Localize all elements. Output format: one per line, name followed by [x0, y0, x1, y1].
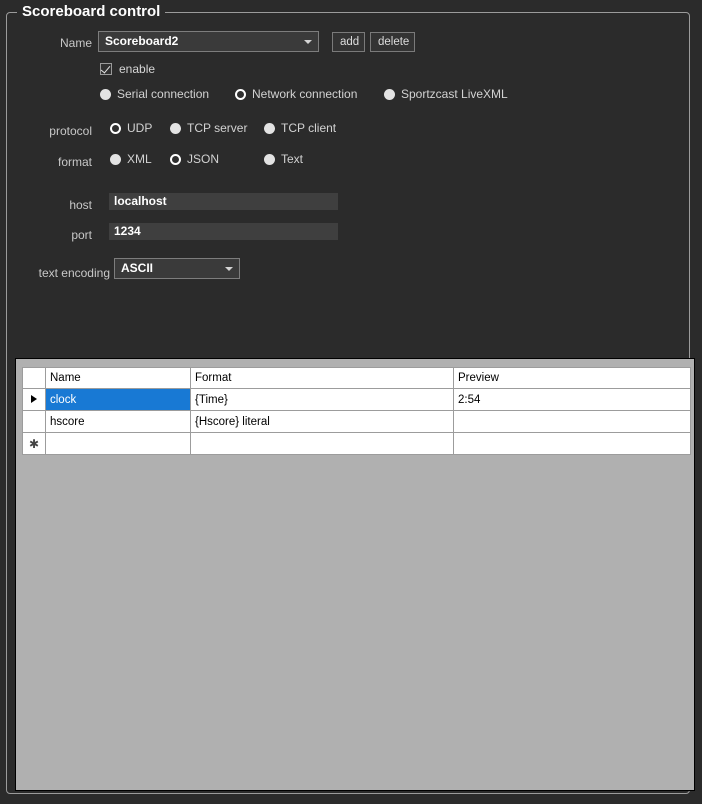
cell-preview[interactable]	[454, 433, 691, 455]
table-row-new[interactable]: ✱	[23, 433, 691, 455]
radio-label: UDP	[127, 120, 152, 136]
chevron-down-icon	[225, 267, 233, 271]
table-header-row: Name Format Preview	[23, 368, 691, 389]
radio-icon	[264, 123, 275, 134]
cell-name[interactable]	[46, 433, 191, 455]
cell-format[interactable]: {Hscore} literal	[191, 411, 454, 433]
column-header-preview[interactable]: Preview	[454, 368, 691, 389]
row-indicator[interactable]	[23, 411, 46, 433]
delete-button[interactable]: delete	[370, 32, 415, 52]
current-row-arrow-icon	[31, 395, 37, 403]
radio-label: TCP client	[281, 120, 336, 136]
cell-preview[interactable]	[454, 411, 691, 433]
radio-icon	[384, 89, 395, 100]
radio-label: Network connection	[252, 86, 357, 102]
scoreboard-control-groupbox: Scoreboard control Name Scoreboard2 add …	[6, 12, 690, 794]
cell-name[interactable]: hscore	[46, 411, 191, 433]
text-encoding-combobox[interactable]: ASCII	[114, 258, 240, 279]
port-input[interactable]: 1234	[109, 223, 338, 240]
radio-icon	[100, 89, 111, 100]
name-label: Name	[47, 36, 92, 50]
new-row-asterisk-icon: ✱	[29, 435, 39, 453]
chevron-down-icon	[304, 40, 312, 44]
text-encoding-value: ASCII	[121, 261, 153, 275]
cell-preview[interactable]: 2:54	[454, 389, 691, 411]
table-row[interactable]: clock {Time} 2:54	[23, 389, 691, 411]
cell-format[interactable]	[191, 433, 454, 455]
table-row[interactable]: hscore {Hscore} literal	[23, 411, 691, 433]
host-label: host	[37, 198, 92, 212]
row-indicator-new[interactable]: ✱	[23, 433, 46, 455]
radio-label: TCP server	[187, 120, 247, 136]
page-title: Scoreboard control	[17, 3, 165, 21]
radio-label: XML	[127, 151, 152, 167]
cell-format[interactable]: {Time}	[191, 389, 454, 411]
column-header-format[interactable]: Format	[191, 368, 454, 389]
radio-label: Sportzcast LiveXML	[401, 86, 508, 102]
host-input[interactable]: localhost	[109, 193, 338, 210]
row-header-corner	[23, 368, 46, 389]
scoreboard-name-value: Scoreboard2	[105, 34, 178, 48]
radio-icon	[170, 154, 181, 165]
scoreboard-name-combobox[interactable]: Scoreboard2	[98, 31, 319, 52]
radio-label: Text	[281, 151, 303, 167]
scoreboard-fields-grid[interactable]: Name Format Preview clock {Time} 2:54 hs…	[22, 367, 691, 455]
radio-label: Serial connection	[117, 86, 209, 102]
radio-icon	[170, 123, 181, 134]
radio-icon	[110, 154, 121, 165]
row-indicator-current[interactable]	[23, 389, 46, 411]
radio-label: JSON	[187, 151, 219, 167]
add-button[interactable]: add	[332, 32, 365, 52]
enable-label: enable	[119, 61, 155, 77]
port-label: port	[37, 228, 92, 242]
column-header-name[interactable]: Name	[46, 368, 191, 389]
protocol-label: protocol	[27, 124, 92, 138]
radio-icon	[110, 123, 121, 134]
text-encoding-label: text encoding	[25, 266, 110, 280]
cell-name[interactable]: clock	[46, 389, 191, 411]
radio-icon	[235, 89, 246, 100]
format-label: format	[27, 155, 92, 169]
scoreboard-fields-panel: Name Format Preview clock {Time} 2:54 hs…	[15, 358, 695, 791]
radio-icon	[264, 154, 275, 165]
checkmark-icon	[100, 63, 112, 75]
